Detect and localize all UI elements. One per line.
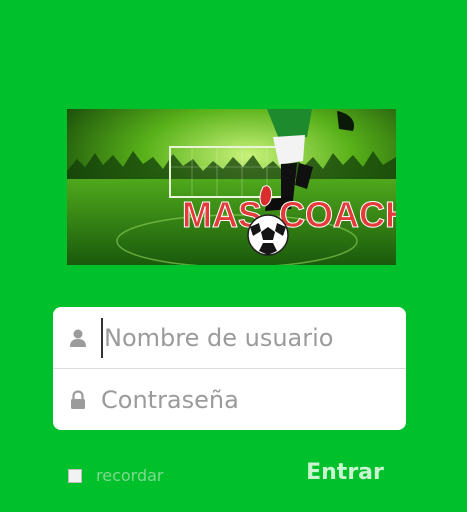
app-banner-logo: MAS COACH <box>67 109 396 265</box>
remember-checkbox[interactable] <box>68 468 82 483</box>
username-row <box>53 307 406 369</box>
username-input[interactable] <box>101 317 404 358</box>
remember-me[interactable]: recordar <box>68 466 164 485</box>
login-submit-button[interactable]: Entrar <box>300 452 390 492</box>
password-row <box>53 369 406 430</box>
banner-graphic: MAS COACH <box>67 109 396 265</box>
remember-label: recordar <box>96 466 164 485</box>
soccer-ball-icon <box>247 214 289 256</box>
banner-logo-right: COACH <box>279 194 396 235</box>
lock-icon <box>71 389 85 409</box>
user-icon <box>70 329 86 347</box>
login-form <box>53 307 406 430</box>
password-input[interactable] <box>101 379 401 420</box>
